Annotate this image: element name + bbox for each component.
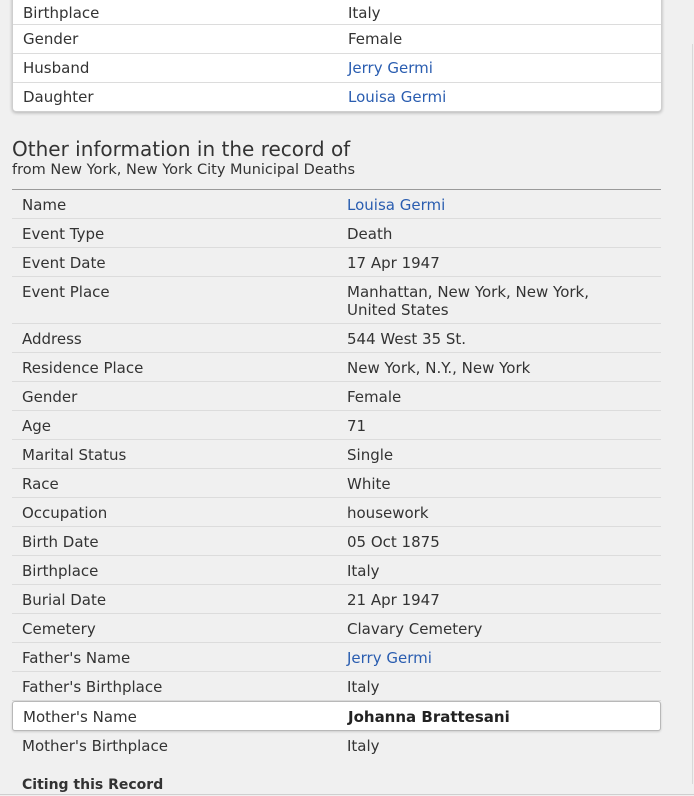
- table-row: Age 71: [12, 411, 661, 440]
- section-heading: Other information in the record of: [12, 137, 351, 161]
- row-label: Name: [22, 196, 67, 214]
- row-label: Father's Birthplace: [22, 678, 163, 696]
- table-row: Burial Date 21 Apr 1947: [12, 585, 661, 614]
- row-value: 71: [347, 417, 367, 435]
- row-label: Mother's Birthplace: [22, 737, 168, 755]
- section-subheading: from New York, New York City Municipal D…: [12, 162, 356, 178]
- name-link[interactable]: Louisa Germi: [347, 196, 661, 214]
- father-name-link[interactable]: Jerry Germi: [347, 649, 661, 667]
- daughter-link[interactable]: Louisa Germi: [348, 88, 661, 106]
- row-value: 05 Oct 1875: [347, 533, 440, 551]
- card-row-daughter: Daughter Louisa Germi: [13, 82, 661, 111]
- row-value: Death: [347, 225, 393, 243]
- card-row-gender: Gender Female: [13, 24, 661, 53]
- row-value: housework: [347, 504, 429, 522]
- table-row: Event Date 17 Apr 1947: [12, 248, 661, 277]
- row-label: Birthplace: [22, 562, 99, 580]
- row-value: Single: [347, 446, 394, 464]
- table-row-highlighted: Mother's Name Johanna Brattesani: [12, 701, 661, 731]
- table-row: Gender Female: [12, 382, 661, 411]
- bottom-divider: [0, 794, 694, 795]
- row-label: Residence Place: [22, 359, 144, 377]
- table-row: Address 544 West 35 St.: [12, 324, 661, 353]
- row-label: Mother's Name: [23, 708, 137, 726]
- table-row: Residence Place New York, N.Y., New York: [12, 353, 661, 382]
- table-row: Event Place Manhattan, New York, New Yor…: [12, 277, 661, 324]
- citing-record-heading: Citing this Record: [22, 777, 164, 793]
- row-value: Italy: [347, 562, 380, 580]
- table-row: Father's Name Jerry Germi: [12, 643, 661, 672]
- table-row: Father's Birthplace Italy: [12, 672, 661, 701]
- row-label: Event Type: [22, 225, 105, 243]
- row-label: Age: [22, 417, 52, 435]
- row-value: 21 Apr 1947: [347, 591, 440, 609]
- row-label: Burial Date: [22, 591, 107, 609]
- husband-link[interactable]: Jerry Germi: [348, 59, 661, 77]
- row-value: Manhattan, New York, New York, United St…: [347, 283, 590, 319]
- row-label: Gender: [22, 388, 78, 406]
- row-label: Birth Date: [22, 533, 99, 551]
- record-details-table: Name Louisa Germi Event Type Death Event…: [12, 190, 661, 760]
- row-label: Birthplace: [23, 3, 100, 22]
- record-page: Birthplace Italy Gender Female Husband J…: [0, 0, 694, 796]
- relationships-card: Birthplace Italy Gender Female Husband J…: [12, 0, 662, 112]
- card-row-husband: Husband Jerry Germi: [13, 53, 661, 82]
- row-value: Italy: [347, 737, 380, 755]
- row-value: Female: [348, 30, 403, 48]
- row-label: Father's Name: [22, 649, 131, 667]
- row-label: Address: [22, 330, 82, 348]
- table-row: Race White: [12, 469, 661, 498]
- row-value: Italy: [347, 678, 380, 696]
- card-row-birthplace: Birthplace Italy: [13, 0, 661, 24]
- table-row: Birthplace Italy: [12, 556, 661, 585]
- table-row: Name Louisa Germi: [12, 190, 661, 219]
- row-value: Italy: [348, 3, 381, 22]
- table-row: Cemetery Clavary Cemetery: [12, 614, 661, 643]
- row-label: Event Place: [22, 283, 110, 301]
- table-row: Mother's Birthplace Italy: [12, 731, 661, 760]
- table-row: Occupation housework: [12, 498, 661, 527]
- row-label: Cemetery: [22, 620, 96, 638]
- row-label: Husband: [23, 59, 90, 77]
- row-value: 17 Apr 1947: [347, 254, 440, 272]
- row-label: Race: [22, 475, 59, 493]
- row-value: Clavary Cemetery: [347, 620, 483, 638]
- row-label: Marital Status: [22, 446, 127, 464]
- row-value: Female: [347, 388, 402, 406]
- row-label: Daughter: [23, 88, 94, 106]
- table-row: Event Type Death: [12, 219, 661, 248]
- row-value: 544 West 35 St.: [347, 330, 467, 348]
- scroll-edge: [692, 44, 693, 784]
- row-label: Gender: [23, 30, 79, 48]
- row-value: White: [347, 475, 391, 493]
- row-label: Event Date: [22, 254, 106, 272]
- row-value: Johanna Brattesani: [348, 708, 510, 726]
- row-label: Occupation: [22, 504, 108, 522]
- table-row: Marital Status Single: [12, 440, 661, 469]
- table-row: Birth Date 05 Oct 1875: [12, 527, 661, 556]
- row-value: New York, N.Y., New York: [347, 359, 531, 377]
